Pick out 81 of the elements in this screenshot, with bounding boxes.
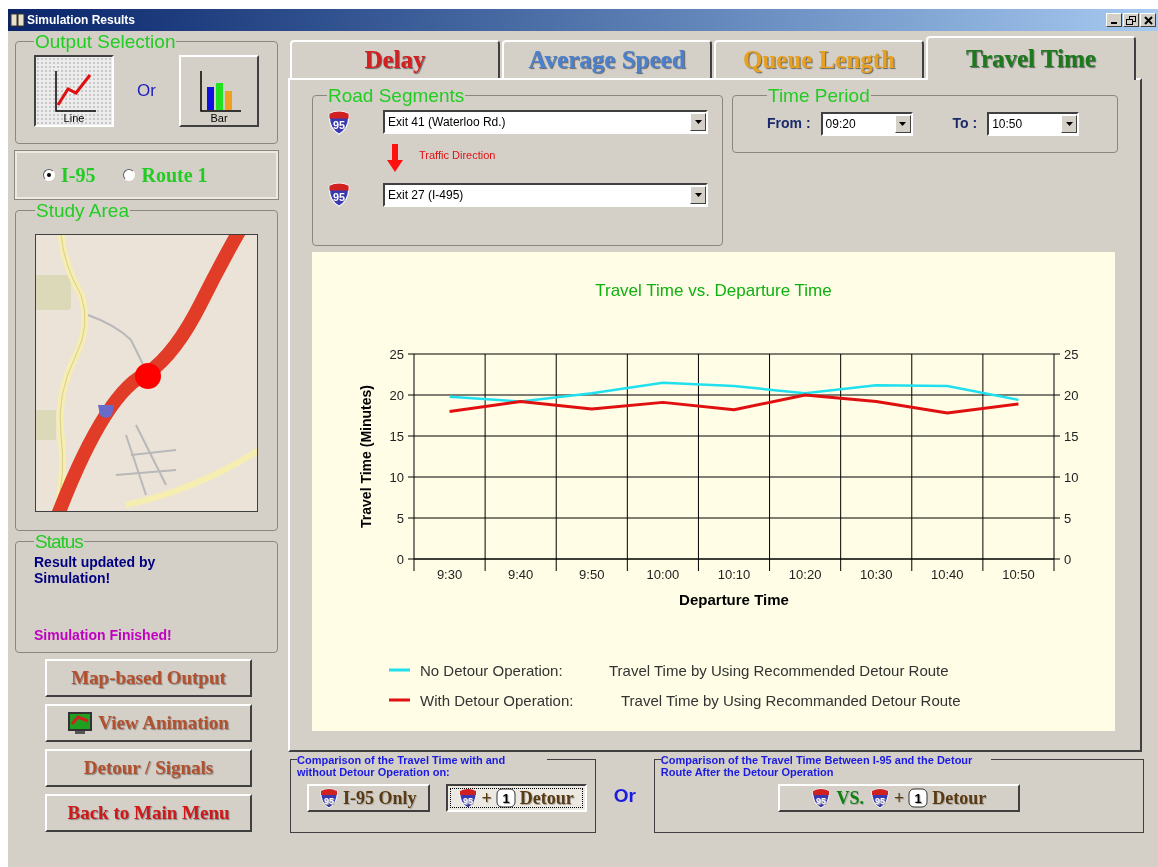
radio-button[interactable] <box>123 169 136 181</box>
interstate-shield-icon: 95 <box>327 109 351 136</box>
x-tick-label: 9:40 <box>508 567 534 582</box>
group-title: Road Segments <box>327 86 466 105</box>
field-label: To : <box>952 114 978 133</box>
y-tick-label: 0 <box>1064 552 1072 567</box>
or-label: Or <box>613 783 636 808</box>
route-shield-icon: 1 <box>495 788 516 808</box>
window-title: Simulation Results <box>27 12 136 29</box>
chart-title: Travel Time vs. Departure Time <box>595 281 832 300</box>
x-tick-label: 9:50 <box>579 567 605 582</box>
restore-icon <box>1126 15 1136 25</box>
y-tick-label: 25 <box>1064 347 1079 362</box>
interstate-shield-icon: 95 <box>870 787 891 809</box>
or-label: Or <box>137 80 156 103</box>
dropdown-arrow-icon <box>694 192 702 197</box>
close-icon <box>1143 15 1153 25</box>
y-tick-label: 15 <box>1064 429 1079 444</box>
group-title: Comparison of the Travel Time Between I-95 and the Detour Route After the Detour Operation <box>660 754 991 778</box>
y-tick-label: 25 <box>389 347 404 362</box>
y-axis-title: Travel Time (Minutes) <box>358 385 374 528</box>
group-title: Time Period <box>767 86 871 105</box>
y-tick-label: 10 <box>1064 470 1079 485</box>
x-tick-label: 9:30 <box>436 567 463 582</box>
comparison-button[interactable]: 95 + 1 Detour <box>445 784 587 812</box>
comparison-button[interactable]: 95 VS. 95 + 1 Detour <box>777 784 1020 812</box>
direction-label: Traffic Direction <box>419 148 496 164</box>
x-tick-label: 10:00 <box>646 567 680 582</box>
y-tick-label: 5 <box>1064 511 1072 526</box>
group-title: Status <box>34 532 84 551</box>
route-shield-icon: 1 <box>908 788 929 808</box>
comparison-button[interactable]: 95 I-95 Only <box>307 784 430 812</box>
x-tick-label: 10:40 <box>931 567 964 582</box>
chart-type-button[interactable]: Bar <box>179 55 259 127</box>
segment-dropdown[interactable]: Exit 41 (Waterloo Rd.) <box>383 110 708 135</box>
legend-description: Travel Time by Using Recommanded Detour Route <box>621 692 961 709</box>
window-button[interactable] <box>1140 13 1156 27</box>
x-tick-label: 10:50 <box>1002 567 1035 582</box>
time-dropdown[interactable]: 09:20 <box>820 111 913 136</box>
y-tick-label: 20 <box>389 388 404 403</box>
minimize-icon <box>1111 22 1117 24</box>
radio-label: I-95 <box>61 163 96 188</box>
legend-label: No Detour Operation: <box>420 662 563 679</box>
tab[interactable]: Travel Time <box>926 36 1136 80</box>
legend-swatch <box>389 698 410 702</box>
status-message: Result updated by Simulation! <box>34 554 157 586</box>
dropdown-arrow-icon <box>694 120 702 125</box>
field-label: From : <box>767 114 811 133</box>
radio-button[interactable] <box>43 169 55 181</box>
x-tick-label: 10:30 <box>859 567 893 582</box>
radio-label: Route 1 <box>141 163 208 188</box>
interstate-shield-icon: 95 <box>327 181 351 208</box>
x-axis-title: Departure Time <box>679 591 789 608</box>
status-message: Simulation Finished! <box>34 627 173 643</box>
legend-description: Travel Time by Using Recommended Detour Route <box>609 662 949 679</box>
chart-type-button[interactable]: Line <box>34 55 114 127</box>
dropdown-arrow-icon <box>899 121 907 126</box>
x-tick-label: 10:20 <box>788 567 822 582</box>
y-tick-label: 15 <box>389 429 404 444</box>
group-title: Comparison of the Travel Time with and without Detour Operation on: <box>297 754 547 778</box>
legend-swatch <box>389 668 410 672</box>
y-tick-label: 0 <box>396 552 404 567</box>
interstate-shield-icon: 95 <box>457 787 478 809</box>
window-button[interactable] <box>1123 13 1139 27</box>
down-arrow-icon <box>387 144 403 173</box>
segment-dropdown[interactable]: Exit 27 (I-495) <box>383 182 708 207</box>
group-title: Study Area <box>35 201 130 220</box>
interstate-shield-icon: 95 <box>810 787 831 809</box>
y-tick-label: 20 <box>1064 388 1079 403</box>
book-icon <box>10 12 25 28</box>
y-tick-label: 5 <box>396 511 404 526</box>
dropdown-arrow-icon <box>1065 121 1073 126</box>
interstate-shield-icon: 95 <box>319 787 339 809</box>
legend-label: With Detour Operation: <box>420 692 574 709</box>
x-tick-label: 10:10 <box>717 567 751 582</box>
monitor-icon <box>68 711 93 735</box>
window-button[interactable] <box>1106 13 1122 27</box>
group-title: Output Selection <box>34 32 177 51</box>
time-dropdown[interactable]: 10:50 <box>987 111 1080 136</box>
action-button[interactable]: Back to Main Menu <box>45 794 252 832</box>
y-tick-label: 10 <box>389 470 404 485</box>
